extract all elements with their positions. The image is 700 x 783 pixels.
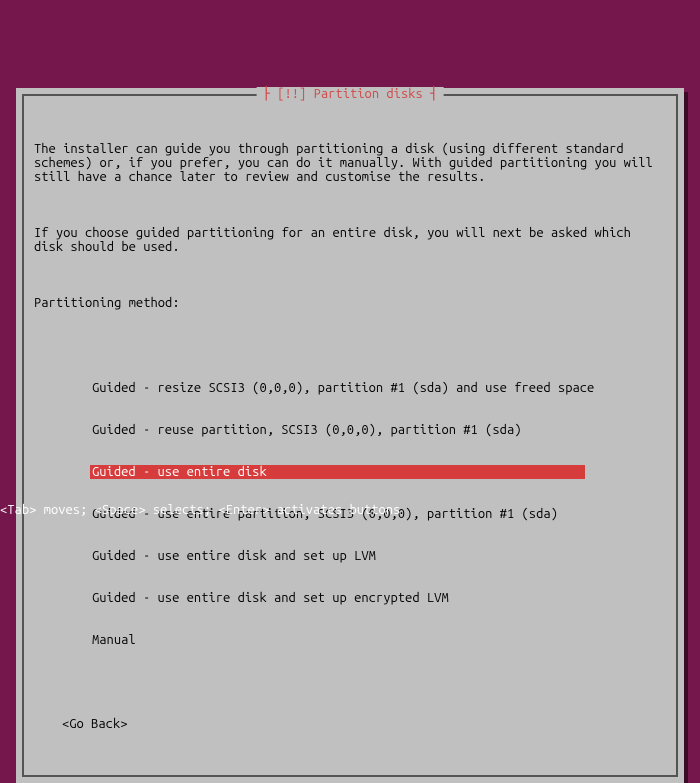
dialog-frame: ├ [!!] Partition disks ┤ The installer c… — [22, 94, 678, 777]
title-bracket-left: ├ — [263, 87, 278, 101]
option-guided-resize[interactable]: Guided - resize SCSI3 (0,0,0), partition… — [90, 381, 666, 395]
option-guided-encrypted-lvm[interactable]: Guided - use entire disk and set up encr… — [90, 591, 666, 605]
option-guided-reuse-partition[interactable]: Guided - reuse partition, SCSI3 (0,0,0),… — [90, 423, 666, 437]
intro-paragraph-2: If you choose guided partitioning for an… — [34, 226, 666, 254]
option-guided-use-entire-disk[interactable]: Guided - use entire disk — [90, 465, 585, 479]
dialog-title: ├ [!!] Partition disks ┤ — [257, 87, 444, 101]
option-guided-lvm[interactable]: Guided - use entire disk and set up LVM — [90, 549, 666, 563]
status-bar: <Tab> moves; <Space> selects; <Enter> ac… — [0, 503, 700, 517]
option-manual[interactable]: Manual — [90, 633, 666, 647]
dialog-content: The installer can guide you through part… — [34, 114, 666, 759]
intro-paragraph-1: The installer can guide you through part… — [34, 142, 666, 184]
title-bracket-right: ┤ — [423, 87, 438, 101]
go-back-button[interactable]: <Go Back> — [62, 717, 666, 731]
prompt-label: Partitioning method: — [34, 296, 666, 310]
partition-dialog: ├ [!!] Partition disks ┤ The installer c… — [16, 88, 684, 783]
title-text: [!!] Partition disks — [277, 87, 423, 101]
